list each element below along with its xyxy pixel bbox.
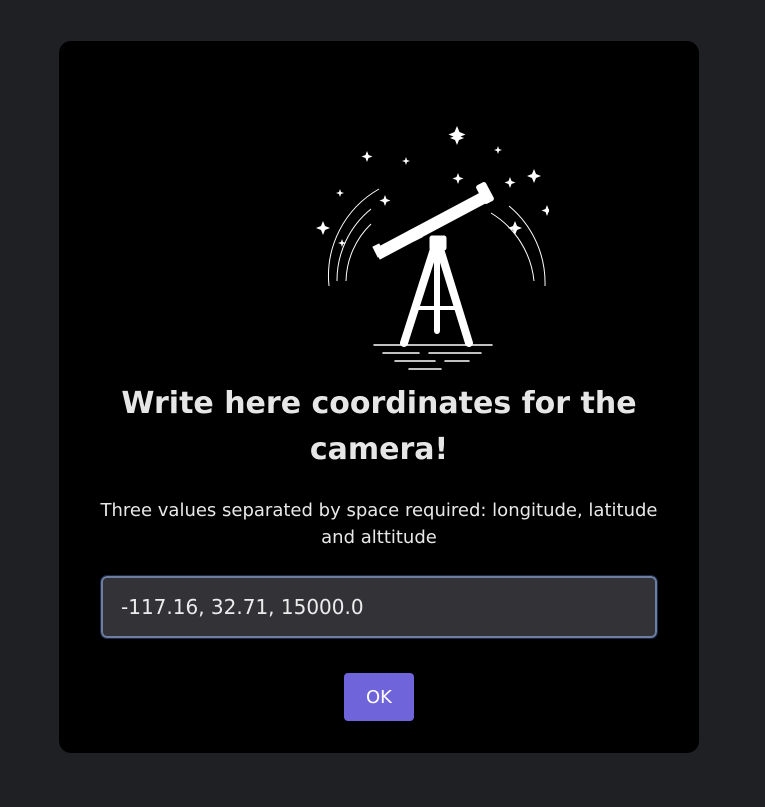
coordinates-dialog: Write here coordinates for the camera! T… — [59, 41, 699, 753]
ok-button[interactable]: OK — [344, 673, 414, 721]
coordinates-input[interactable] — [100, 575, 658, 639]
dialog-subtitle: Three values separated by space required… — [100, 500, 658, 548]
dialog-title: Write here coordinates for the camera! — [121, 386, 637, 467]
telescope-icon — [316, 126, 549, 370]
